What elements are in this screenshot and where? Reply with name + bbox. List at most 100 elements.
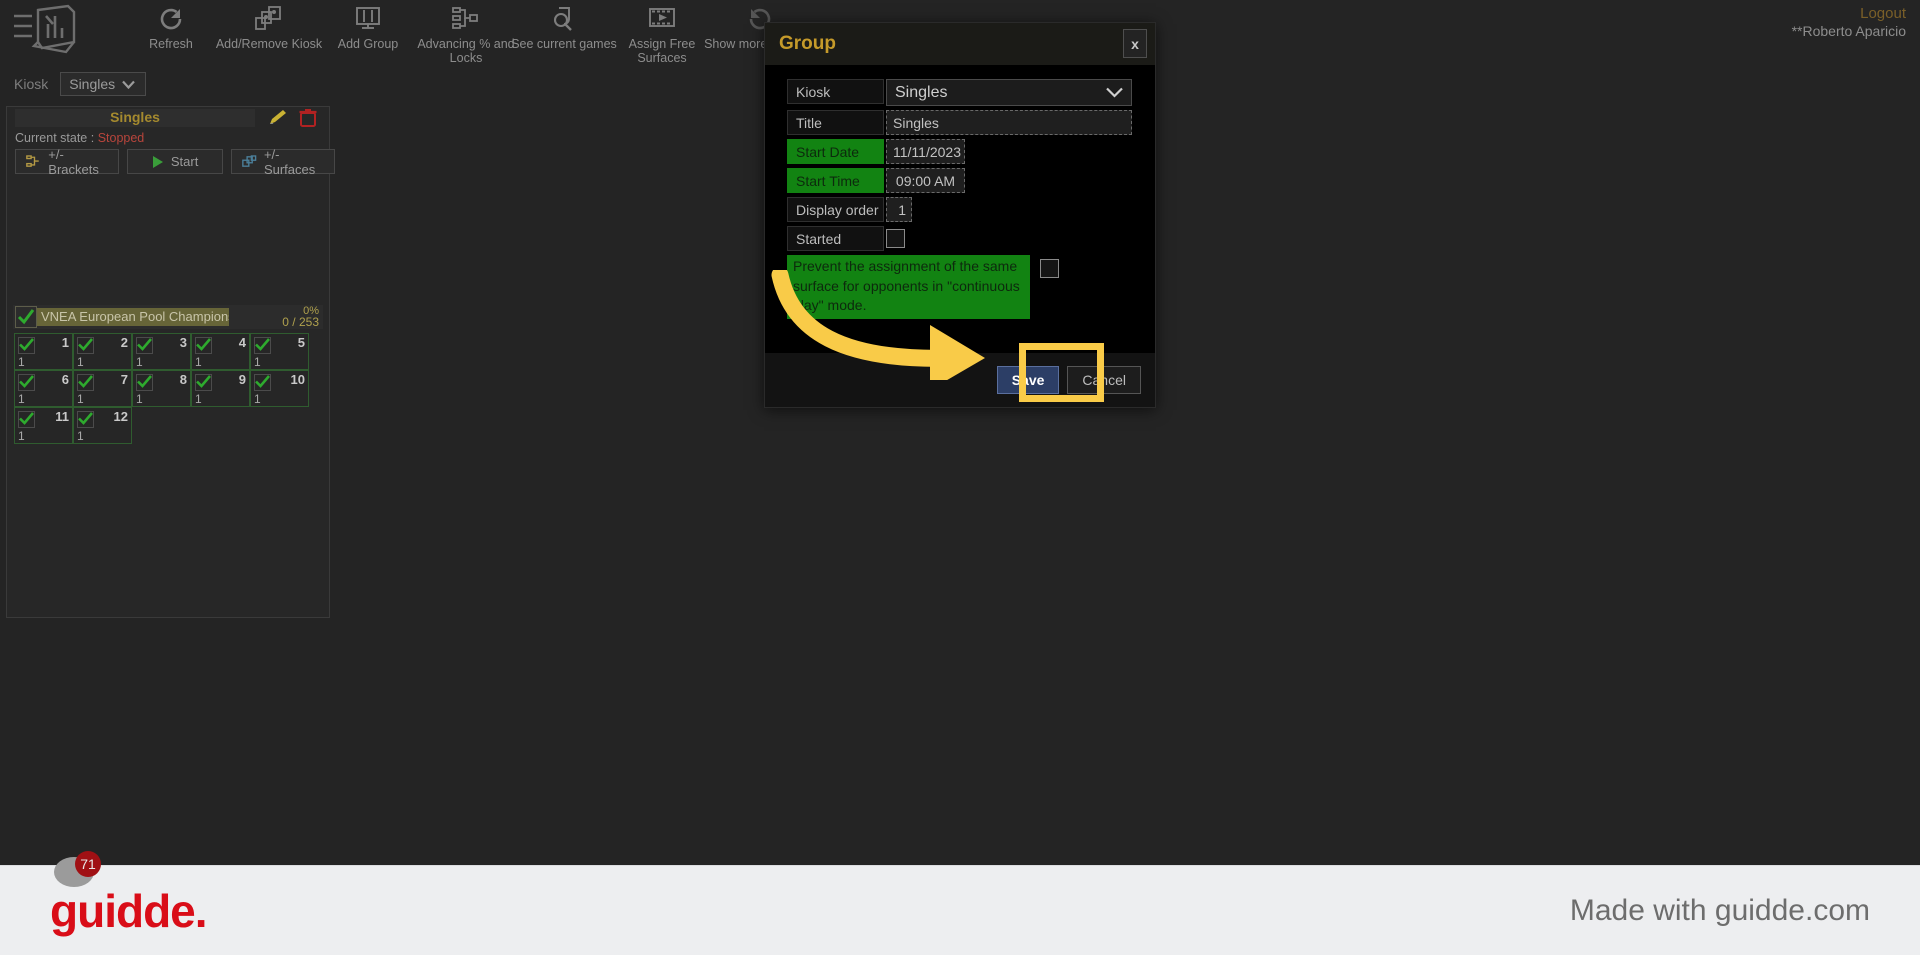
checkmark-icon[interactable]: [77, 337, 94, 354]
bracket-tile[interactable]: 21: [73, 333, 132, 370]
kiosk-select-value: Singles: [69, 76, 116, 92]
bracket-tile-count: 1: [136, 355, 143, 369]
start-time-field-label: Start Time: [787, 168, 884, 193]
bracket-tile[interactable]: 12 1: [73, 407, 132, 444]
logout-link[interactable]: Logout: [1792, 5, 1906, 22]
refresh-icon: [157, 4, 185, 34]
guidde-logo: guidde.: [50, 884, 208, 937]
start-date-field-label: Start Date: [787, 139, 884, 164]
bracket-tile[interactable]: 91: [191, 370, 250, 407]
made-with-guidde: Made with guidde.com: [1569, 893, 1870, 927]
field-row-title: Title Singles: [787, 110, 1155, 135]
toolbar-item-add-group[interactable]: Add Group: [312, 2, 424, 66]
group-dialog-header: Group x: [765, 23, 1155, 65]
toolbar-item-refresh[interactable]: Refresh: [115, 2, 227, 66]
bracket-tile-number: 3: [179, 335, 187, 350]
started-field-label: Started: [787, 226, 884, 251]
bracket-tile[interactable]: 41: [191, 333, 250, 370]
title-input[interactable]: Singles: [886, 110, 1132, 135]
user-name: **Roberto Aparicio: [1791, 23, 1906, 39]
kiosk-dropdown[interactable]: Singles: [886, 79, 1132, 106]
checkmark-icon[interactable]: [254, 337, 271, 354]
toolbar-item-see-current-games[interactable]: See current games: [508, 2, 620, 66]
checkmark-icon[interactable]: [136, 337, 153, 354]
advancing-locks-icon: [451, 4, 481, 34]
championship-row[interactable]: VNEA European Pool Championships 202 0% …: [13, 305, 323, 329]
delete-group-button[interactable]: [295, 107, 321, 129]
checkmark-icon[interactable]: [195, 337, 212, 354]
chat-widget[interactable]: 71: [50, 850, 108, 890]
chevron-down-icon: [122, 80, 135, 89]
bracket-tile-count: 1: [18, 392, 25, 406]
brackets-button[interactable]: +/- Brackets: [15, 146, 119, 177]
guidde-footer: guidde. Made with guidde.com: [0, 865, 1920, 955]
bracket-tile[interactable]: 51: [250, 333, 309, 370]
field-row-start-time: Start Time 09:00 AM: [787, 168, 1155, 193]
brackets-button-label: +/- Brackets: [48, 146, 99, 177]
cancel-button[interactable]: Cancel: [1067, 366, 1141, 394]
surfaces-button[interactable]: +/- Surfaces: [230, 147, 335, 177]
checkmark-icon[interactable]: [18, 411, 35, 428]
pencil-icon: [270, 110, 286, 124]
checkmark-icon[interactable]: [195, 374, 212, 391]
group-action-buttons: +/- Brackets Start +/- Surfaces: [15, 146, 335, 177]
display-order-input[interactable]: 1: [886, 197, 912, 222]
group-state-value: Stopped: [97, 131, 145, 145]
bracket-tile[interactable]: 10 1: [250, 370, 309, 407]
bracket-tile[interactable]: 11: [14, 333, 73, 370]
app-logo[interactable]: [8, 2, 86, 64]
checkmark-icon[interactable]: [77, 374, 94, 391]
bracket-tile[interactable]: 31: [132, 333, 191, 370]
championship-name: VNEA European Pool Championships 202: [37, 308, 229, 326]
checkmark-icon[interactable]: [18, 374, 35, 391]
checkmark-icon[interactable]: [18, 337, 35, 354]
start-button[interactable]: Start: [126, 149, 223, 174]
bracket-tile[interactable]: 71: [73, 370, 132, 407]
bracket-tile-count: 1: [18, 355, 25, 369]
bracket-tile-count: 1: [18, 429, 25, 443]
toolbar-item-add-remove-kiosk[interactable]: Add/Remove Kiosk: [213, 2, 325, 66]
bracket-tile-count: 1: [195, 392, 202, 406]
trash-icon: [299, 109, 317, 127]
group-dialog-title: Group: [779, 33, 836, 54]
start-time-input[interactable]: 09:00 AM: [886, 168, 965, 193]
bracket-tile-count: 1: [136, 392, 143, 406]
kiosk-select-bar: Kiosk Singles: [0, 70, 147, 98]
prevent-assignment-label: Prevent the assignment of the same surfa…: [787, 255, 1030, 319]
toolbar-item-assign-free-surfaces[interactable]: Assign Free Surfaces: [606, 2, 718, 66]
kiosk-label: Kiosk: [14, 76, 49, 92]
surfaces-icon: [241, 155, 256, 167]
bracket-tile-count: 1: [77, 355, 84, 369]
save-button[interactable]: Save: [996, 366, 1060, 394]
prevent-assignment-checkbox[interactable]: [1040, 259, 1059, 278]
group-panel-header: Singles: [7, 107, 329, 129]
toolbar-label: Add/Remove Kiosk: [215, 37, 323, 51]
account-area: Logout **Roberto Aparicio: [1792, 5, 1906, 39]
film-play-icon: [647, 4, 677, 34]
toolbar-label: Assign Free Surfaces: [628, 37, 696, 65]
checkmark-icon[interactable]: [254, 374, 271, 391]
field-row-started: Started: [787, 226, 1155, 251]
kiosk-select[interactable]: Singles: [60, 72, 147, 96]
bracket-tile[interactable]: 81: [132, 370, 191, 407]
toolbar-item-advancing-locks[interactable]: Advancing % and Locks: [410, 2, 522, 66]
checkmark-icon[interactable]: [15, 306, 37, 328]
started-checkbox[interactable]: [886, 229, 905, 248]
start-date-input[interactable]: 11/11/2023: [886, 139, 965, 164]
kiosk-field-label: Kiosk: [787, 79, 884, 104]
checkmark-icon[interactable]: [77, 411, 94, 428]
chat-badge-count: 71: [80, 856, 96, 872]
championship-count: 0 / 253: [282, 315, 319, 329]
bracket-tile[interactable]: 61: [14, 370, 73, 407]
kiosk-dropdown-value: Singles: [895, 83, 948, 101]
toolbar-label: Refresh: [149, 37, 193, 51]
magnifier-icon: [550, 4, 578, 34]
checkmark-icon[interactable]: [136, 374, 153, 391]
championship-progress: 0% 0 / 253: [282, 306, 323, 329]
bracket-tile-count: 1: [195, 355, 202, 369]
bracket-tile[interactable]: 11 1: [14, 407, 73, 444]
edit-group-button[interactable]: [265, 107, 291, 129]
field-row-prevent: Prevent the assignment of the same surfa…: [787, 255, 1155, 319]
close-icon[interactable]: x: [1123, 29, 1147, 58]
field-row-display-order: Display order 1: [787, 197, 1155, 222]
